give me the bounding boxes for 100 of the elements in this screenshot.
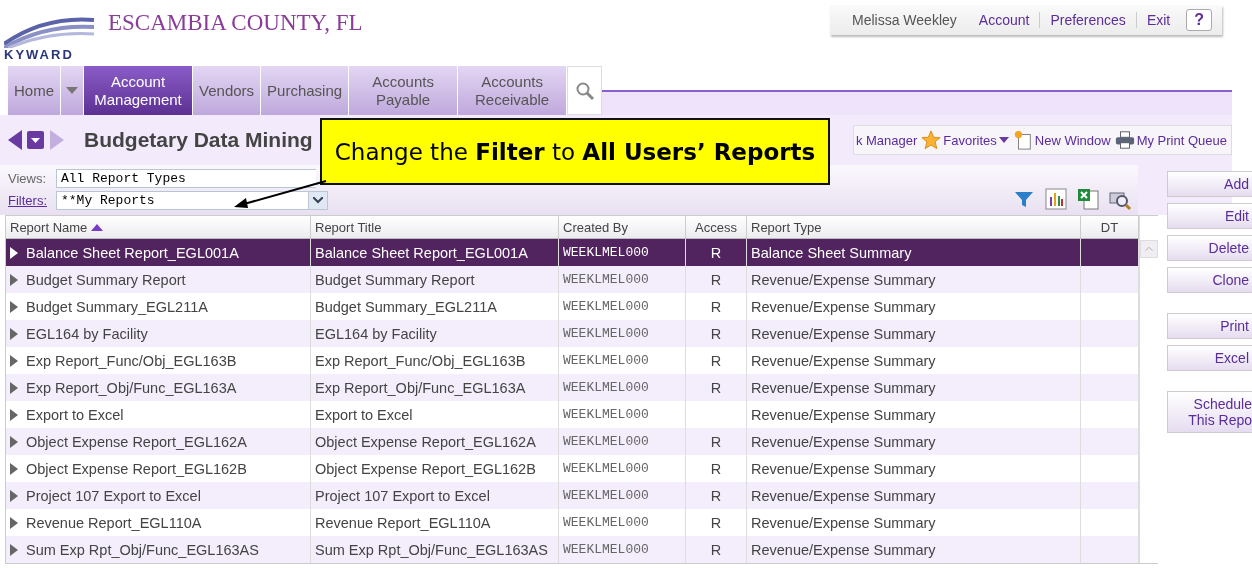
nav-tab[interactable]: Account Management [84, 66, 193, 115]
access-code: R [710, 325, 722, 342]
report-title: Exp Report_Obj/Func_EGL163A [315, 379, 526, 396]
nav-tab[interactable]: Accounts Receivable [458, 66, 568, 115]
column-header[interactable]: Report Name [6, 216, 311, 239]
report-type: Revenue/Expense Summary [751, 298, 936, 315]
action-button[interactable]: Edit [1167, 203, 1252, 229]
action-button[interactable]: Clone [1167, 267, 1252, 293]
search-icon [574, 80, 595, 101]
expand-arrow-icon[interactable] [10, 327, 18, 340]
report-type: Balance Sheet Summary [751, 244, 912, 261]
access-code: R [710, 271, 722, 288]
created-by: WEEKLMEL000 [563, 515, 649, 530]
report-title: Budget Summary_EGL211A [315, 298, 497, 315]
toolbar-link[interactable]: My Print Queue [1114, 130, 1227, 150]
expand-arrow-icon[interactable] [10, 381, 18, 394]
expand-arrow-icon[interactable] [10, 516, 18, 529]
report-title: Balance Sheet Report_EGL001A [315, 244, 528, 261]
expand-arrow-icon[interactable] [10, 300, 18, 313]
sort-ascending-icon [91, 223, 104, 231]
toolbar-link[interactable]: k Manager [855, 132, 918, 148]
logo-swoosh-icon [4, 14, 96, 48]
report-name: Exp Report_Func/Obj_EGL163B [26, 352, 237, 369]
nav-tab[interactable]: Accounts Payable [349, 66, 459, 115]
report-title: Sum Exp Rpt_Obj/Func_EGL163AS [315, 541, 548, 558]
toolbar-link[interactable]: Favorites [921, 130, 1009, 150]
expand-arrow-icon[interactable] [10, 435, 18, 448]
report-name: Budget Summary_EGL211A [26, 298, 208, 315]
report-type: Revenue/Expense Summary [751, 487, 936, 504]
report-name: Budget Summary Report [26, 271, 186, 288]
access-code: R [710, 298, 722, 315]
toolbar-link[interactable]: New Window [1012, 130, 1111, 150]
report-name: Project 107 Export to Excel [26, 487, 201, 504]
column-header[interactable]: DT [1081, 216, 1139, 239]
table-row[interactable]: Budget Summary Report Budget Summary Report WEEKLMEL000 R Revenue/Expense Summary [6, 266, 1139, 293]
bar-chart-icon[interactable] [1044, 187, 1068, 211]
expand-arrow-icon[interactable] [10, 354, 18, 367]
new-window-icon [1012, 130, 1033, 150]
table-row[interactable]: Sum Exp Rpt_Obj/Func_EGL163AS Sum Exp Rpt_Obj/Func_EGL163AS WEEKLMEL000 R Revenue/Expense Summary [6, 536, 1139, 563]
report-name: Export to Excel [26, 406, 124, 423]
created-by: WEEKLMEL000 [563, 488, 649, 503]
access-code: R [710, 352, 722, 369]
table-row[interactable]: Exp Report_Obj/Func_EGL163A Exp Report_Obj/Func_EGL163A WEEKLMEL000 R Revenue/Expense Summary [6, 374, 1139, 401]
expand-arrow-icon[interactable] [10, 246, 18, 259]
action-button[interactable]: Excel [1167, 345, 1252, 371]
page-title: Budgetary Data Mining [84, 128, 313, 152]
report-title: Object Expense Report_EGL162B [315, 460, 536, 477]
logo-text: KYWARD [4, 48, 74, 62]
expand-arrow-icon[interactable] [10, 273, 18, 286]
expand-arrow-icon[interactable] [10, 462, 18, 475]
header-link[interactable]: Account [968, 12, 1040, 28]
report-type: Revenue/Expense Summary [751, 406, 936, 423]
report-type: Revenue/Expense Summary [751, 460, 936, 477]
user-name: Melissa Weekley [851, 12, 958, 28]
report-name: Exp Report_Obj/Func_EGL163A [26, 379, 237, 396]
header-link[interactable]: Preferences [1039, 12, 1136, 28]
report-name: Object Expense Report_EGL162A [26, 433, 247, 450]
report-title: Budget Summary Report [315, 271, 475, 288]
expand-arrow-icon[interactable] [10, 489, 18, 502]
report-title: Object Expense Report_EGL162A [315, 433, 536, 450]
report-type: Revenue/Expense Summary [751, 271, 936, 288]
column-header[interactable]: Created By [559, 216, 686, 239]
scrollbar[interactable] [1139, 216, 1158, 563]
nav-tab[interactable]: Vendors [193, 66, 262, 115]
created-by: WEEKLMEL000 [563, 542, 649, 557]
report-title: Export to Excel [315, 406, 413, 423]
expand-arrow-icon[interactable] [10, 408, 18, 421]
table-row[interactable]: EGL164 by Facility EGL164 by Facility WEEKLMEL000 R Revenue/Expense Summary [6, 320, 1139, 347]
created-by: WEEKLMEL000 [563, 245, 649, 260]
dropdown-button[interactable] [61, 66, 84, 115]
report-name: Revenue Report_EGL110A [26, 514, 202, 531]
report-type: Revenue/Expense Summary [751, 541, 936, 558]
table-row[interactable]: Project 107 Export to Excel Project 107 Export to Excel WEEKLMEL000 R Revenue/Expense Summary [6, 482, 1139, 509]
column-header[interactable]: Report Title [311, 216, 559, 239]
action-button[interactable]: Delete [1167, 235, 1252, 261]
action-button[interactable]: Add [1167, 171, 1252, 197]
spreadsheet-icon[interactable] [1076, 187, 1100, 211]
access-code: R [710, 541, 722, 558]
nav-tab[interactable]: Home [8, 66, 61, 115]
action-button[interactable]: Print [1167, 313, 1252, 339]
created-by: WEEKLMEL000 [563, 326, 649, 341]
column-header[interactable]: Access [686, 216, 747, 239]
expand-arrow-icon[interactable] [10, 543, 18, 556]
table-row[interactable]: Object Expense Report_EGL162A Object Expense Report_EGL162A WEEKLMEL000 R Revenue/Expense Summary [6, 428, 1139, 455]
search-button[interactable] [567, 66, 603, 115]
report-type: Revenue/Expense Summary [751, 514, 936, 531]
filters-link[interactable]: Filters: [8, 192, 56, 208]
table-row[interactable]: Balance Sheet Report_EGL001A Balance Sheet Report_EGL001A WEEKLMEL000 R Balance Sheet Summary [6, 239, 1139, 266]
action-button[interactable]: Schedule This Repo [1167, 391, 1252, 433]
report-name: Object Expense Report_EGL162B [26, 460, 247, 477]
callout-tooltip: Change the Filter to All Users’ Reports [320, 118, 830, 185]
views-dropdown[interactable]: All Report Types [56, 168, 316, 188]
help-button[interactable]: ? [1186, 9, 1212, 31]
nav-tab[interactable]: Purchasing [261, 66, 350, 115]
report-name: EGL164 by Facility [26, 325, 148, 342]
header-link[interactable]: Exit [1135, 12, 1181, 28]
district-name: ESCAMBIA COUNTY, FL [108, 10, 363, 36]
created-by: WEEKLMEL000 [563, 407, 649, 422]
column-header[interactable]: Report Type [747, 216, 1081, 239]
filters-dropdown[interactable]: **My Reports [56, 190, 328, 210]
